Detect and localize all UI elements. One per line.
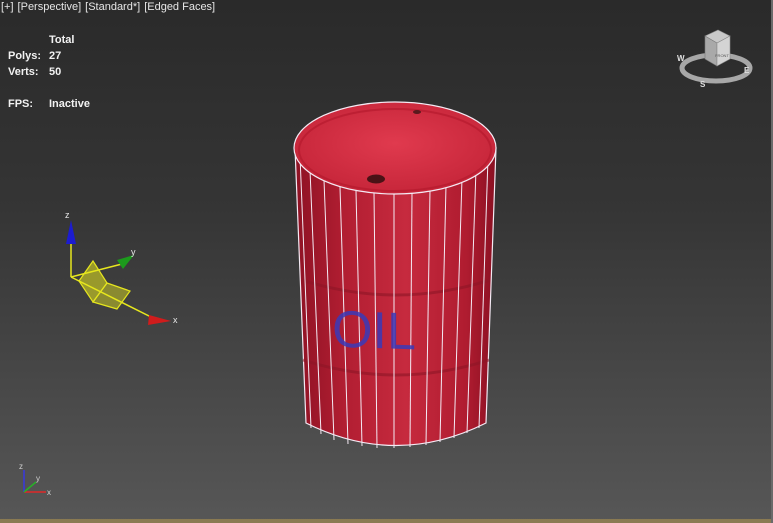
- gizmo-z-label: z: [65, 210, 70, 220]
- stats-header: Total: [49, 34, 75, 46]
- compass-e-label[interactable]: E: [744, 66, 750, 75]
- gizmo-x-label: x: [173, 315, 178, 325]
- polys-value: 27: [49, 50, 62, 62]
- fps-value: Inactive: [49, 98, 90, 110]
- polys-label: Polys:: [8, 50, 42, 62]
- viewport-active-border: [0, 519, 773, 523]
- viewport-view-menu[interactable]: [Perspective]: [18, 1, 82, 13]
- gizmo-x-arrowhead[interactable]: [148, 315, 171, 325]
- gizmo-z-arrowhead[interactable]: [66, 220, 76, 244]
- move-transform-gizmo[interactable]: z x y: [55, 205, 190, 330]
- viewport-display-menu[interactable]: [Edged Faces]: [144, 1, 215, 13]
- world-axis-tripod: z x y: [19, 462, 51, 497]
- world-y-label: y: [36, 474, 40, 483]
- compass-w-label[interactable]: W: [677, 54, 685, 63]
- viewport-shading-menu[interactable]: [Standard*]: [85, 1, 140, 13]
- verts-label: Verts:: [8, 66, 39, 78]
- compass-s-label[interactable]: S: [700, 80, 706, 89]
- viewport-label-menu: [+] [Perspective] [Standard*] [Edged Faces]: [1, 1, 219, 13]
- gizmo-y-arrowhead[interactable]: [117, 255, 134, 269]
- world-z-label: z: [19, 462, 23, 471]
- world-x-label: x: [47, 488, 51, 497]
- fps-label: FPS:: [8, 98, 34, 110]
- oil-barrel-model[interactable]: OIL: [290, 98, 502, 460]
- gizmo-y-label: y: [131, 247, 136, 257]
- verts-value: 50: [49, 66, 62, 78]
- viewport-plus-menu[interactable]: [+]: [1, 1, 14, 13]
- world-y-axis-line: [23, 481, 37, 493]
- barrel-bung-cap: [367, 174, 385, 184]
- viewcube-face-label: FRONT: [715, 53, 729, 58]
- viewcube[interactable]: FRONT W E S: [672, 26, 762, 92]
- barrel-lid[interactable]: [293, 101, 497, 195]
- barrel-vent-cap: [413, 110, 421, 114]
- statistics-overlay: Total Polys: 27 Verts: 50 FPS: Inactive: [8, 32, 90, 112]
- perspective-viewport[interactable]: [+] [Perspective] [Standard*] [Edged Faces]…: [0, 0, 773, 523]
- barrel-oil-text: OIL: [332, 300, 416, 361]
